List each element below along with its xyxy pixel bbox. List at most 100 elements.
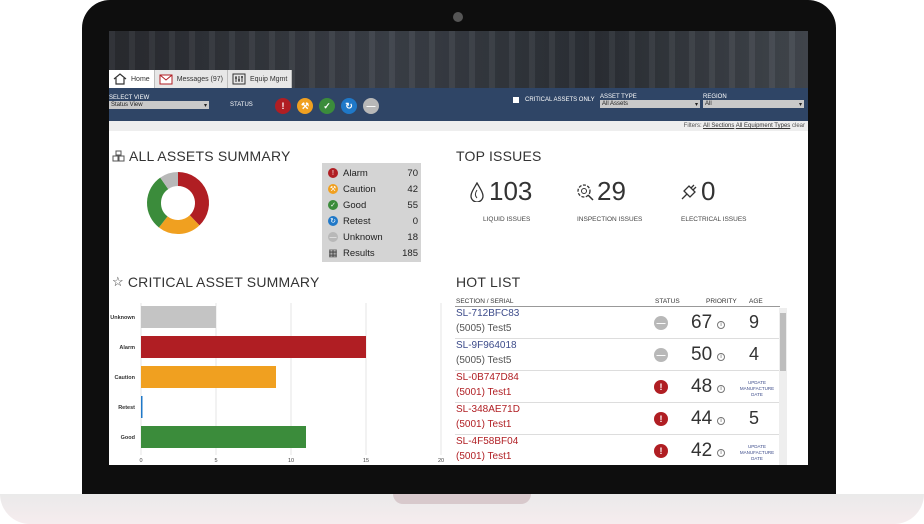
select-view-value: Status View: [111, 102, 143, 108]
priority-value: 42: [691, 440, 713, 461]
star-icon: ☆: [112, 274, 124, 289]
legend-item-good[interactable]: ✓ Good 55: [328, 197, 418, 213]
alarm-status-icon: !: [654, 412, 668, 426]
status-filter-alarm-button[interactable]: !: [275, 98, 291, 114]
age-value: 4: [749, 344, 760, 364]
section-label: (5001) Test1: [456, 419, 512, 430]
serial-link[interactable]: SL-4F58BF04: [456, 436, 518, 447]
serial-link[interactable]: SL-348AE71D: [456, 404, 520, 415]
app-screen: Home Messages (97) Equip Mgmt SELECT VIE…: [109, 31, 808, 465]
serial-link[interactable]: SL-0B747D84: [456, 372, 519, 383]
hot-list-scroll-thumb[interactable]: [780, 313, 786, 371]
legend-label: Good: [343, 199, 367, 211]
legend-item-unknown[interactable]: — Unknown 18: [328, 229, 418, 245]
priority-value: 48: [691, 376, 713, 397]
x-tick-label: 5: [214, 458, 217, 464]
legend-value: 185: [402, 247, 418, 259]
info-icon[interactable]: i: [717, 417, 725, 425]
select-view-dropdown[interactable]: Status View ▾: [109, 101, 209, 109]
donut-slice-good[interactable]: [147, 177, 169, 228]
x-tick-label: 0: [139, 458, 142, 464]
electrical-label: ELECTRICAL ISSUES: [681, 216, 747, 223]
donut-slice-alarm[interactable]: [177, 172, 209, 226]
equipment-icon: [232, 73, 246, 85]
legend-item-caution[interactable]: ⚒ Caution 42: [328, 181, 418, 197]
asset-type-dropdown[interactable]: All Assets ▾: [600, 100, 700, 108]
region-dropdown[interactable]: All ▾: [703, 100, 804, 108]
bar-unknown[interactable]: [141, 306, 216, 328]
tab-messages[interactable]: Messages (97): [154, 70, 228, 88]
filters-label: Filters:: [683, 123, 702, 129]
home-icon: [113, 73, 127, 85]
critical-bar-chart: 0 5 10 15 20 Unknown Alarm Caution Retest Good: [110, 303, 444, 464]
filter-navbar: SELECT VIEW Status View ▾ STATUS CRITICA…: [109, 88, 808, 121]
legend-item-results[interactable]: ▦ Results 185: [328, 245, 418, 261]
y-category-label: Unknown: [110, 315, 135, 321]
inspection-label: INSPECTION ISSUES: [577, 216, 643, 223]
tab-home[interactable]: Home: [109, 70, 155, 88]
bar-good[interactable]: [141, 426, 306, 448]
x-tick-label: 20: [438, 458, 444, 464]
checkbox[interactable]: [513, 97, 519, 103]
electrical-count: 0: [701, 176, 716, 206]
status-filter-retest-button[interactable]: ↻: [341, 98, 357, 114]
status-filter-caution-button[interactable]: ⚒: [297, 98, 313, 114]
top-issues-title: TOP ISSUES: [456, 148, 542, 164]
x-tick-label: 15: [363, 458, 369, 464]
priority-value: 50: [691, 344, 713, 365]
info-icon[interactable]: i: [717, 353, 725, 361]
y-category-label: Retest: [118, 405, 135, 411]
hot-list-row[interactable]: SL-9F964018 (5005) Test5 — 50 i 4: [455, 339, 785, 371]
region-value: All: [705, 101, 712, 107]
legend-item-retest[interactable]: ↻ Retest 0: [328, 213, 418, 229]
update-manufacture-date-link[interactable]: UPDATE MANUFACTURE DATE: [739, 380, 775, 398]
y-category-label: Caution: [115, 375, 136, 381]
hot-header-status: STATUS: [655, 298, 680, 305]
hot-list-row[interactable]: SL-348AE71D (5001) Test1! 44 i 5: [455, 403, 785, 435]
chevron-down-icon: ▾: [798, 101, 802, 108]
bar-alarm[interactable]: [141, 336, 366, 358]
retest-status-icon: ↻: [328, 216, 338, 226]
update-manufacture-date-link[interactable]: UPDATE MANUFACTURE DATE: [739, 444, 775, 462]
camera-dot: [453, 12, 463, 22]
legend-value: 18: [407, 231, 418, 243]
serial-link[interactable]: SL-9F964018: [456, 340, 517, 351]
bar-caution[interactable]: [141, 366, 276, 388]
critical-only-toggle[interactable]: CRITICAL ASSETS ONLY: [513, 97, 595, 103]
hot-header-serial: SECTION / SERIAL: [456, 298, 514, 305]
hot-list-row[interactable]: SL-712BFC83 (5005) Test5 — 67 i 9: [455, 307, 785, 339]
hot-list-row[interactable]: SL-4F58BF04 (5001) Test1! 42 i UPDATE MANUFA…: [455, 435, 785, 465]
legend-item-alarm[interactable]: ! Alarm 70: [328, 165, 418, 181]
info-icon[interactable]: i: [717, 321, 725, 329]
status-label: STATUS: [230, 102, 253, 108]
tab-equip-mgmt[interactable]: Equip Mgmt: [227, 70, 293, 88]
priority-value: 44: [691, 408, 713, 429]
donut-slice-unknown[interactable]: [160, 172, 179, 190]
donut-slice-caution[interactable]: [158, 214, 200, 234]
filter-sections-link[interactable]: All Sections: [703, 123, 734, 129]
status-filter-unknown-button[interactable]: —: [363, 98, 379, 114]
chevron-down-icon: ▾: [694, 101, 698, 108]
results-boxes-icon: ▦: [328, 247, 338, 259]
all-assets-title-text: ALL ASSETS SUMMARY: [129, 148, 291, 164]
caution-status-icon: ⚒: [328, 184, 338, 194]
hot-list-row[interactable]: SL-0B747D84 (5001) Test1! 48 i UPDATE MANUFA…: [455, 371, 785, 403]
bar-retest[interactable]: [141, 396, 143, 418]
droplet-icon: [470, 182, 484, 202]
hot-list-title: HOT LIST: [456, 274, 521, 290]
filter-clear-link[interactable]: clear: [792, 123, 805, 129]
inspection-count: 29: [597, 176, 626, 206]
info-icon[interactable]: i: [717, 385, 725, 393]
boxes-icon: [112, 150, 125, 162]
legend-label: Retest: [343, 215, 371, 227]
info-icon[interactable]: i: [717, 449, 725, 457]
assets-legend: ! Alarm 70 ⚒ Caution 42 ✓ Good 55 ↻ Retest 0 — Unknow…: [322, 163, 421, 262]
legend-label: Alarm: [343, 167, 368, 179]
filters-bar: Filters: All Sections All Equipment Type…: [109, 121, 808, 131]
y-category-label: Alarm: [119, 345, 135, 351]
serial-link[interactable]: SL-712BFC83: [456, 308, 519, 319]
status-filter-good-button[interactable]: ✓: [319, 98, 335, 114]
critical-only-label: CRITICAL ASSETS ONLY: [525, 97, 595, 103]
alarm-status-icon: !: [654, 444, 668, 458]
filter-equipment-link[interactable]: All Equipment Types: [736, 123, 791, 129]
